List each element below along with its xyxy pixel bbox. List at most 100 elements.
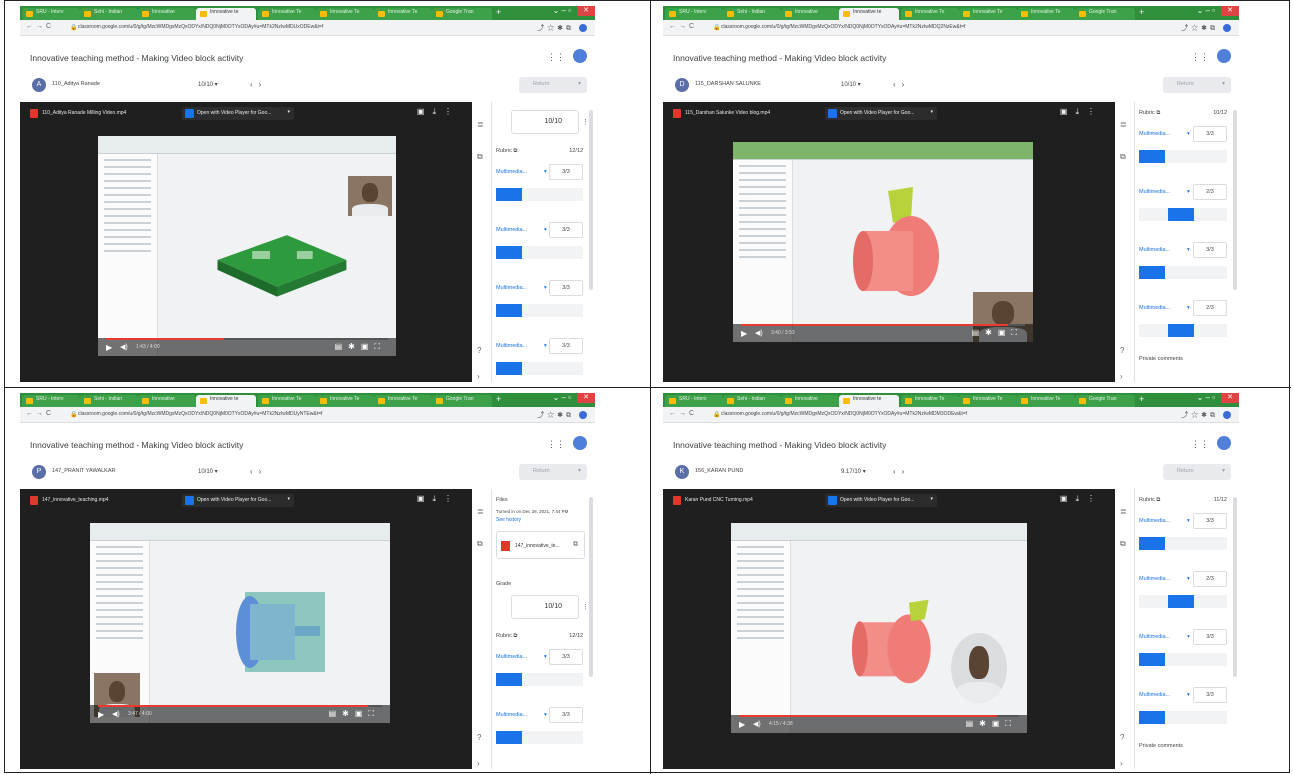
nav-buttons[interactable]: ←→C (669, 23, 697, 30)
browser-tab[interactable]: Google Tran (432, 395, 492, 407)
open-external-icon[interactable]: ⧉ (573, 541, 578, 549)
video-frame[interactable]: ▶ ◀) 4:15 / 4:38 ▤✱▣⛶ (731, 523, 1027, 733)
player-actions[interactable]: ▤✱▣⛶ (329, 709, 380, 719)
volume-icon[interactable]: ◀) (755, 329, 763, 337)
open-with-button[interactable]: Open with Video Player for Goo... ▾ (182, 107, 294, 120)
expand-icon[interactable]: › (1120, 759, 1123, 768)
criterion-level-selected[interactable] (496, 304, 523, 317)
grade-dropdown[interactable]: 10/10 ▾ (198, 81, 218, 88)
criterion-level-selected[interactable] (1168, 595, 1195, 608)
progress-bar[interactable] (98, 705, 382, 707)
volume-icon[interactable]: ◀) (120, 343, 128, 351)
chevron-down-icon[interactable]: ▾ (1222, 467, 1225, 474)
criterion-score[interactable]: 3/3 (549, 222, 583, 238)
expand-icon[interactable]: › (1120, 372, 1123, 381)
criterion-score[interactable]: 3/3 (549, 707, 583, 723)
criterion-level-selected[interactable] (1139, 150, 1166, 163)
rubric-label[interactable]: Rubric ⧉ (496, 633, 517, 640)
browser-tab[interactable]: Innovative (138, 8, 196, 20)
criterion-score[interactable]: 3/3 (1193, 629, 1227, 645)
chevron-down-icon[interactable]: ▾ (1222, 80, 1225, 87)
criterion-level-track[interactable] (1139, 595, 1227, 608)
url-field[interactable]: 🔒 classroom.google.com/u/0/g/tg/MzcWMDgxM… (713, 410, 1149, 420)
url-field[interactable]: 🔒 classroom.google.com/u/0/g/tg/MzcWMDgxM… (70, 23, 505, 33)
criterion-score[interactable]: 2/3 (1193, 300, 1227, 316)
chevron-down-icon[interactable]: ▾ (578, 80, 581, 87)
rubric-edit-icon[interactable]: ⧉ (512, 633, 517, 639)
viewer-actions[interactable]: ▣⤓⋮ (1060, 107, 1103, 117)
browser-tab[interactable]: SRU - Interv (22, 395, 80, 407)
viewer-actions[interactable]: ▣⤓⋮ (1060, 494, 1103, 504)
criterion-level-selected[interactable] (496, 673, 523, 686)
rubric-label[interactable]: Rubric ⧉ (496, 148, 517, 155)
volume-icon[interactable]: ◀) (753, 720, 761, 728)
play-icon[interactable]: ▶ (98, 710, 104, 719)
new-tab-icon[interactable]: + (496, 394, 501, 404)
criterion-score[interactable]: 3/3 (1193, 687, 1227, 703)
apps-grid-icon[interactable]: ⋮⋮ (547, 52, 565, 63)
browser-tab[interactable]: Innovative Te (258, 8, 316, 20)
close-window-icon[interactable]: ✕ (1221, 6, 1239, 16)
student-name[interactable]: 115_DARSHAN SALUNKE (695, 81, 761, 87)
grade-dropdown[interactable]: 10/10 ▾ (841, 81, 861, 88)
see-history-link[interactable]: See history (496, 517, 521, 523)
criterion-score[interactable]: 3/3 (549, 164, 583, 180)
chevron-down-icon[interactable]: ▾ (544, 169, 547, 175)
student-pager[interactable]: ‹› (250, 80, 267, 89)
browser-tab[interactable]: Innovative (781, 8, 839, 20)
criterion-name[interactable]: Multimedia... (496, 712, 527, 718)
criterion-score[interactable]: 3/3 (549, 280, 583, 296)
new-tab-icon[interactable]: + (1139, 394, 1144, 404)
progress-bar[interactable] (106, 338, 388, 340)
browser-tab[interactable]: SRU - Interv (665, 395, 723, 407)
feedback-icon[interactable]: ⧉ (1120, 152, 1126, 162)
browser-tab[interactable]: Innovative Te (959, 8, 1017, 20)
criterion-name[interactable]: Multimedia... (1139, 518, 1170, 524)
volume-icon[interactable]: ◀) (112, 710, 120, 718)
chevron-down-icon[interactable]: ▾ (544, 712, 547, 718)
rubric-edit-icon[interactable]: ⧉ (512, 148, 517, 154)
criterion-level-selected[interactable] (1139, 537, 1166, 550)
return-button[interactable]: Return ▾ (1163, 464, 1231, 480)
progress-bar[interactable] (741, 324, 1025, 326)
criterion-name[interactable]: Multimedia... (496, 169, 527, 175)
open-with-button[interactable]: Open with Video Player for Goo... ▾ (825, 494, 937, 507)
nav-buttons[interactable]: ←→C (669, 410, 697, 417)
grade-input[interactable]: 10/10 (511, 595, 579, 619)
private-comments-label[interactable]: Private comments (1139, 743, 1183, 749)
criterion-level-selected[interactable] (1168, 324, 1195, 337)
browser-tab[interactable]: SRU - Interv (665, 8, 723, 20)
browser-tab[interactable]: Innovative Te (901, 8, 959, 20)
criterion-score[interactable]: 3/3 (1193, 126, 1227, 142)
chevron-down-icon[interactable]: ▾ (1187, 305, 1190, 311)
account-avatar[interactable] (1217, 436, 1231, 450)
open-with-button[interactable]: Open with Video Player for Goo... ▾ (182, 494, 294, 507)
criterion-level-selected[interactable] (1139, 266, 1166, 279)
rubric-icon[interactable]: ≣ (477, 507, 484, 516)
browser-profile-icon[interactable] (579, 411, 587, 420)
criterion-level-track[interactable] (1139, 266, 1227, 279)
browser-tab[interactable]: Google Tran (1075, 395, 1135, 407)
browser-tab[interactable]: Innovative Te (374, 8, 432, 20)
apps-grid-icon[interactable]: ⋮⋮ (1191, 52, 1209, 63)
criterion-name[interactable]: Multimedia... (1139, 305, 1170, 311)
chevron-down-icon[interactable]: ▾ (1187, 189, 1190, 195)
grade-dropdown[interactable]: 9.17/10 ▾ (841, 468, 866, 475)
criterion-level-track[interactable] (1139, 208, 1227, 221)
grade-input[interactable]: 10/10 (511, 110, 579, 134)
player-actions[interactable]: ▤✱▣⛶ (335, 342, 386, 352)
browser-tab[interactable]: Innovative Te (959, 395, 1017, 407)
criterion-name[interactable]: Multimedia... (1139, 189, 1170, 195)
browser-toolbar-icons[interactable]: ⤴☆✱⧉ (537, 23, 587, 33)
browser-tab[interactable]: Sehi - Indian (80, 8, 138, 20)
criterion-level-track[interactable] (496, 731, 583, 744)
return-button[interactable]: Return ▾ (1163, 77, 1231, 93)
new-tab-icon[interactable]: + (496, 7, 501, 17)
browser-tab[interactable]: Innovative Te (258, 395, 316, 407)
rubric-label[interactable]: Rubric ⧉ (1139, 110, 1160, 117)
criterion-level-track[interactable] (1139, 653, 1227, 666)
browser-profile-icon[interactable] (1223, 411, 1231, 420)
criterion-level-selected[interactable] (1139, 711, 1166, 724)
browser-profile-icon[interactable] (579, 24, 587, 33)
more-icon[interactable]: ⋮ (582, 118, 589, 126)
